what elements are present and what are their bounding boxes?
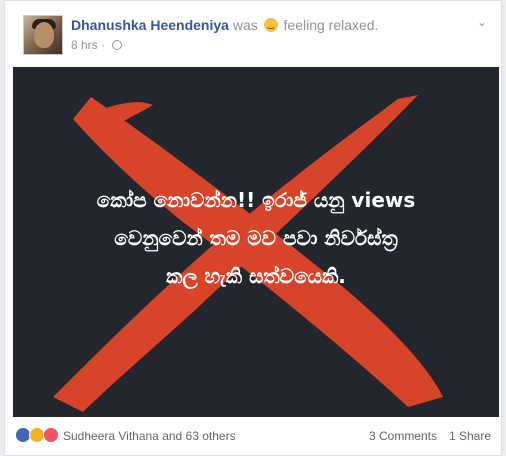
comments-link[interactable]: 3 Comments <box>369 429 437 443</box>
shares-link[interactable]: 1 Share <box>449 429 491 443</box>
post-time[interactable]: 8 hrs <box>71 38 98 52</box>
post-header: Dhanushka Heendeniya was feeling relaxed… <box>15 9 491 59</box>
caption-line-2: වෙනුවෙන් තම මව පවා නිර්වස්ත්‍ර <box>114 226 398 250</box>
post-headline: Dhanushka Heendeniya was feeling relaxed… <box>71 17 378 33</box>
post-footer: Sudheera Vithana and 63 others 3 Comment… <box>15 425 491 449</box>
post-card: Dhanushka Heendeniya was feeling relaxed… <box>4 0 502 456</box>
separator: · <box>101 38 106 52</box>
post-meta: 8 hrs · <box>71 38 123 52</box>
love-icon[interactable] <box>43 427 59 443</box>
reaction-icons[interactable] <box>15 427 59 443</box>
feeling-text: feeling relaxed. <box>283 17 379 33</box>
globe-icon[interactable] <box>112 40 123 50</box>
post-image[interactable]: කෝප නොවන්න!! ඉරාජ් යනු views වෙනුවෙන් තම… <box>13 67 499 417</box>
reaction-summary[interactable]: Sudheera Vithana and 63 others <box>63 429 236 443</box>
action-prefix: was <box>232 17 258 33</box>
caption-line-1: කෝප නොවන්න!! ඉරාජ් යනු views <box>96 188 416 212</box>
chevron-down-icon[interactable]: ⌄ <box>477 15 487 29</box>
image-caption: කෝප නොවන්න!! ඉරාජ් යනු views වෙනුවෙන් තම… <box>13 181 499 295</box>
author-name[interactable]: Dhanushka Heendeniya <box>71 17 229 33</box>
relaxed-emoji-icon <box>263 18 278 32</box>
caption-line-3: කල හැකි සත්වයෙකි. <box>166 264 346 288</box>
author-avatar[interactable] <box>23 15 63 55</box>
